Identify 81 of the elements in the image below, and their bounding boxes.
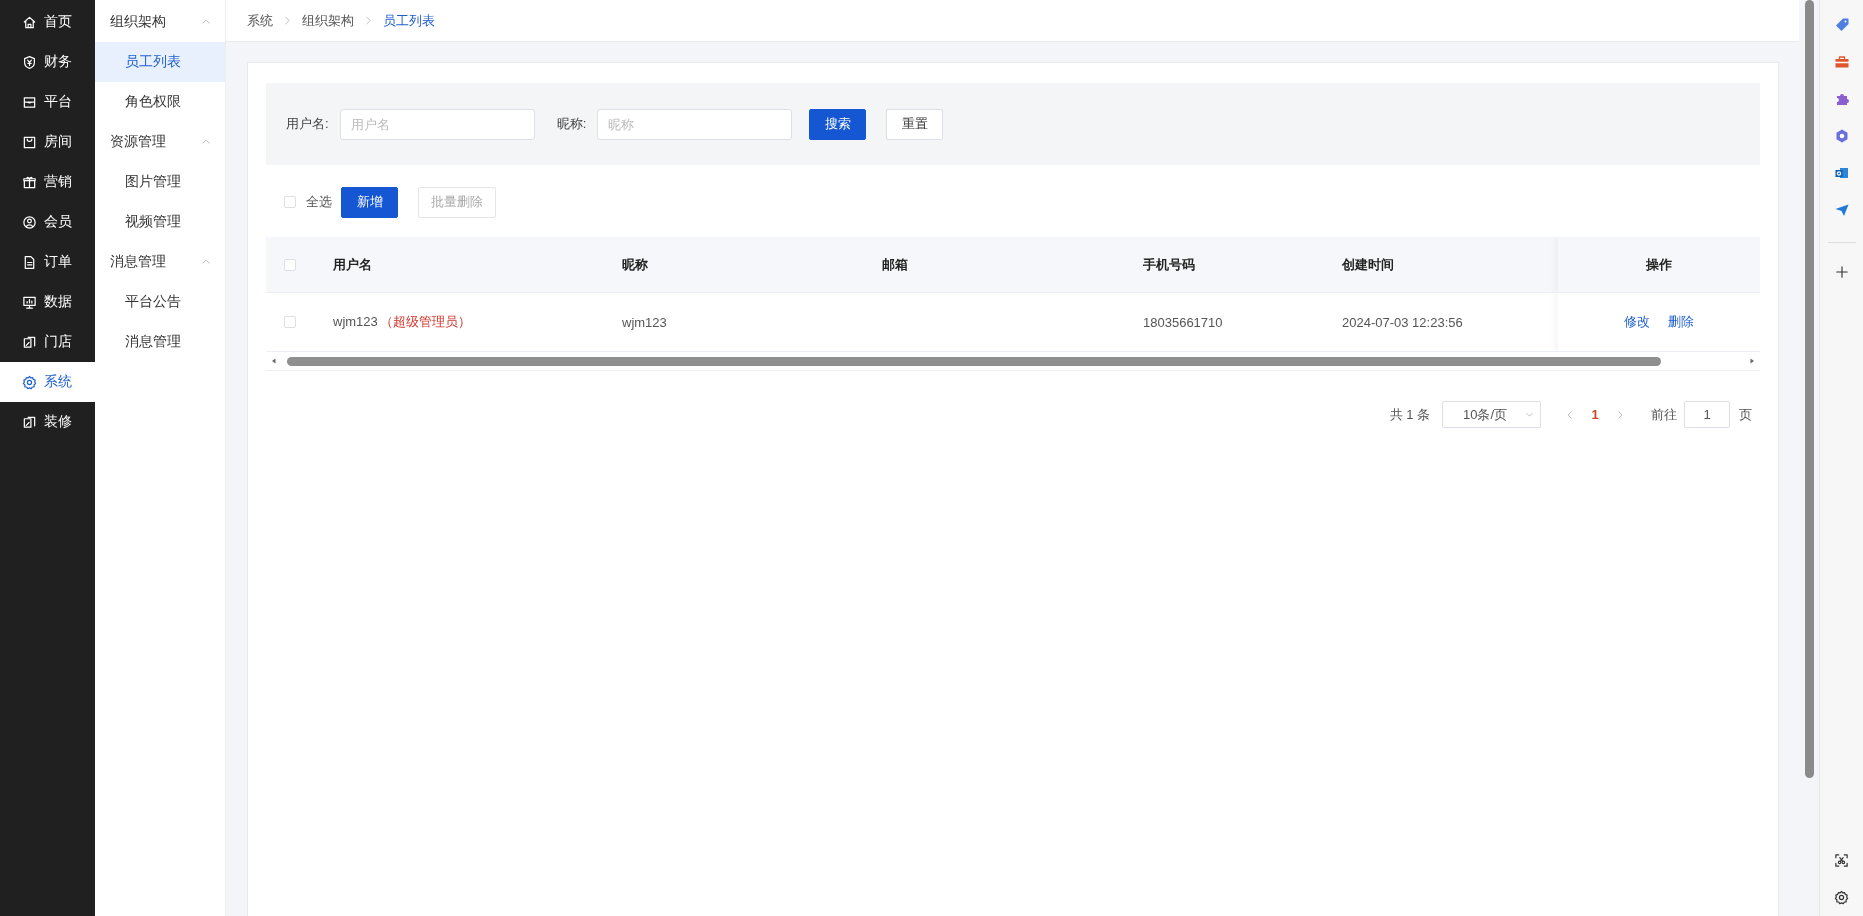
column-header: 邮箱 bbox=[882, 255, 909, 274]
column-header: 操作 bbox=[1558, 237, 1760, 292]
scroll-left-icon bbox=[270, 357, 278, 365]
monitor-chart-icon bbox=[22, 294, 37, 310]
home-icon bbox=[22, 14, 37, 30]
add-button[interactable]: 新增 bbox=[341, 186, 398, 218]
shop-icon bbox=[22, 334, 37, 350]
chevron-right-icon bbox=[364, 16, 373, 25]
table-cell: wjm123 bbox=[622, 314, 667, 330]
nav-item[interactable]: 首页 bbox=[0, 2, 95, 42]
plus-icon bbox=[1834, 264, 1849, 279]
scroll-right-icon bbox=[1748, 357, 1756, 365]
breadcrumb-link[interactable]: 系统 bbox=[247, 11, 273, 30]
submenu-item[interactable]: 视频管理 bbox=[95, 202, 225, 242]
submenu-group[interactable]: 组织架构 bbox=[95, 2, 225, 42]
tag-icon bbox=[1833, 16, 1850, 33]
reset-button[interactable]: 重置 bbox=[886, 108, 944, 140]
table-cell: 2024-07-03 12:23:56 bbox=[1342, 314, 1463, 330]
chevron-up-icon bbox=[201, 17, 211, 27]
chevron-up-icon bbox=[201, 257, 211, 267]
document-icon bbox=[22, 254, 37, 270]
nav-item[interactable]: 装修 bbox=[0, 402, 95, 442]
gift-icon bbox=[22, 174, 37, 190]
nav-item[interactable]: 房间 bbox=[0, 122, 95, 162]
page-suffix: 页 bbox=[1739, 405, 1752, 424]
settings-icon bbox=[1834, 890, 1849, 905]
breadcrumb-link[interactable]: 组织架构 bbox=[302, 11, 354, 30]
submenu-group[interactable]: 消息管理 bbox=[95, 242, 225, 282]
chevron-right-icon bbox=[283, 16, 292, 25]
delete-link[interactable]: 删除 bbox=[1668, 313, 1694, 331]
bag-icon bbox=[22, 134, 37, 150]
table-cell: 18035661710 bbox=[1143, 314, 1223, 330]
page-input[interactable]: 1 bbox=[1684, 401, 1730, 428]
shield-icon bbox=[22, 54, 37, 70]
field-label: 昵称: bbox=[556, 115, 587, 133]
chevron-down-icon bbox=[1525, 410, 1534, 419]
checkbox[interactable] bbox=[284, 196, 296, 208]
nav-item[interactable]: 门店 bbox=[0, 322, 95, 362]
nav-item[interactable]: 订单 bbox=[0, 242, 95, 282]
column-header: 创建时间 bbox=[1342, 255, 1395, 274]
search-field[interactable]: 昵称 bbox=[597, 108, 793, 140]
table-cell: wjm123 bbox=[333, 314, 378, 329]
field-label: 用户名: bbox=[286, 115, 329, 133]
nav-item[interactable]: 营销 bbox=[0, 162, 95, 202]
submenu-item[interactable]: 角色权限 bbox=[95, 82, 225, 122]
toolbox-icon bbox=[1833, 53, 1850, 70]
nav-item[interactable]: 会员 bbox=[0, 202, 95, 242]
submenu-item[interactable]: 消息管理 bbox=[95, 322, 225, 362]
checkbox[interactable] bbox=[284, 258, 296, 271]
search-field[interactable]: 用户名 bbox=[339, 108, 535, 140]
edit-link[interactable]: 修改 bbox=[1624, 313, 1650, 331]
column-header: 昵称 bbox=[622, 255, 649, 274]
nav-item[interactable]: 系统 bbox=[0, 362, 95, 402]
nav-item[interactable]: 财务 bbox=[0, 42, 95, 82]
search-button[interactable]: 搜索 bbox=[809, 108, 867, 140]
shop-icon bbox=[22, 414, 37, 430]
role-tag: （超级管理员） bbox=[379, 314, 471, 329]
submenu-item[interactable]: 员工列表 bbox=[95, 42, 225, 82]
page-number[interactable]: 1 bbox=[1575, 407, 1615, 422]
breadcrumb-link[interactable]: 员工列表 bbox=[383, 11, 435, 30]
prev-page-icon bbox=[1565, 409, 1575, 420]
store-icon bbox=[22, 94, 37, 110]
user-circle-icon bbox=[22, 214, 37, 230]
page-size-select[interactable]: 10条/页 bbox=[1442, 401, 1541, 428]
submenu-group[interactable]: 资源管理 bbox=[95, 122, 225, 162]
settings-icon bbox=[22, 374, 37, 390]
checkbox-label: 全选 bbox=[306, 193, 332, 211]
chevron-up-icon bbox=[201, 137, 211, 147]
total-count: 共 1 条 bbox=[1389, 405, 1430, 424]
column-header: 用户名 bbox=[333, 255, 373, 274]
goto-label: 前往 bbox=[1651, 405, 1677, 424]
scrollbar-thumb[interactable] bbox=[1804, 0, 1814, 778]
checkbox[interactable] bbox=[284, 316, 296, 328]
screenshot-icon bbox=[1834, 853, 1849, 868]
submenu-item[interactable]: 平台公告 bbox=[95, 282, 225, 322]
next-page-icon bbox=[1615, 409, 1625, 420]
scrollbar-thumb[interactable] bbox=[287, 356, 1662, 366]
nav-item[interactable]: 数据 bbox=[0, 282, 95, 322]
nav-item[interactable]: 平台 bbox=[0, 82, 95, 122]
submenu-item[interactable]: 图片管理 bbox=[95, 162, 225, 202]
column-header: 手机号码 bbox=[1143, 255, 1196, 274]
